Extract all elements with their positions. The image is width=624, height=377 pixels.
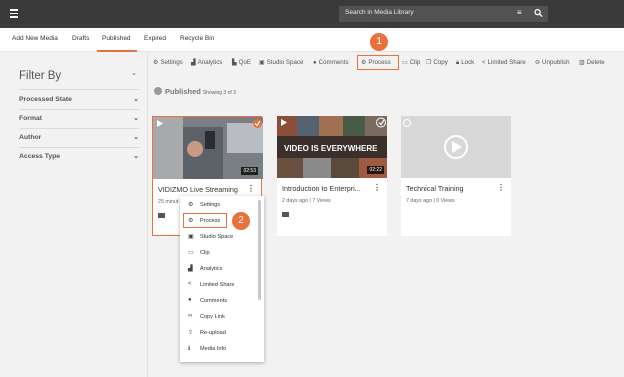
hamburger-menu-icon[interactable]: [10, 9, 18, 18]
menu-item-studio-space[interactable]: ▣ Studio Space: [180, 230, 258, 245]
toolbar-settings[interactable]: ⚙ Settings: [153, 59, 183, 66]
clip-icon: ▭: [188, 250, 194, 256]
studio-icon: ▣: [259, 60, 265, 66]
link-icon: ∞: [188, 313, 193, 319]
tab-bar: Add New Media Drafts Published Expired R…: [0, 28, 624, 52]
tab-published[interactable]: Published: [102, 35, 131, 42]
caption-icon: [158, 213, 165, 218]
divider: [19, 109, 139, 110]
toolbar-copy[interactable]: ❐ Copy: [426, 59, 448, 66]
media-card[interactable]: Technical Training ⋮ 7 days ago | 0 View…: [401, 116, 511, 236]
toolbar-comments[interactable]: ● Comments: [313, 59, 349, 66]
toolbar-qoe[interactable]: ▙ QoE: [232, 59, 251, 66]
toolbar-limited-share[interactable]: < Limited Share: [482, 59, 526, 66]
toolbar-unpublish[interactable]: ⊖ Unpublish: [535, 59, 570, 66]
more-options-icon[interactable]: ⋮: [373, 184, 381, 192]
video-thumbnail[interactable]: [401, 116, 511, 178]
search-box[interactable]: Search in Media Library ≡: [339, 6, 548, 22]
more-options-icon[interactable]: ⋮: [497, 184, 505, 192]
duration-badge: 02:22: [367, 166, 384, 174]
menu-item-clip[interactable]: ▭ Clip: [180, 246, 258, 261]
filter-processed-state[interactable]: Processed State ⌄: [19, 96, 139, 103]
trash-icon: ▥: [579, 60, 585, 66]
gear-icon: ⚙: [188, 202, 194, 208]
chevron-down-icon[interactable]: ⌄: [133, 133, 139, 141]
filter-title: Filter By: [19, 70, 62, 82]
published-heading: Published Showing 3 of 3: [154, 87, 236, 96]
card-title[interactable]: Technical Training: [406, 184, 494, 193]
caption-icon: [282, 212, 289, 217]
duration-badge: 02:53: [241, 167, 258, 175]
filter-icon[interactable]: ≡: [517, 9, 522, 17]
toolbar-lock[interactable]: 🔒︎ Lock: [456, 59, 474, 67]
chevron-down-icon[interactable]: ⌄: [131, 69, 147, 77]
qoe-icon: ▙: [232, 60, 237, 66]
menu-item-limited-share[interactable]: < Limited Share: [180, 278, 258, 293]
divider: [19, 128, 139, 129]
copy-icon: ❐: [426, 60, 432, 66]
comments-icon: ●: [188, 297, 192, 303]
search-input[interactable]: Search in Media Library: [345, 9, 414, 16]
divider: [19, 147, 139, 148]
more-options-icon[interactable]: ⋮: [247, 185, 255, 193]
card-meta: 25 minut: [158, 199, 179, 205]
share-icon: <: [482, 60, 486, 66]
process-menu-highlight-box: [183, 213, 227, 228]
menu-item-re-upload[interactable]: ⇪ Re-upload: [180, 326, 258, 341]
menu-item-analytics[interactable]: ▟ Analytics: [180, 262, 258, 277]
card-title[interactable]: Introduction to Enterpri...: [282, 184, 370, 193]
menu-item-settings[interactable]: ⚙ Settings: [180, 198, 258, 213]
tab-add-new-media[interactable]: Add New Media: [12, 35, 58, 42]
chevron-down-icon[interactable]: ⌄: [133, 95, 139, 103]
toolbar-delete[interactable]: ▥ Delete: [579, 59, 605, 66]
check-circle-icon: [154, 87, 162, 95]
toolbar-clip[interactable]: ▭ Clip: [402, 59, 420, 66]
menu-item-media-info[interactable]: ℹ Media Info: [180, 342, 258, 357]
process-highlight-box: [357, 55, 399, 70]
menu-scrollbar[interactable]: [258, 200, 261, 300]
analytics-icon: ▟: [191, 60, 196, 66]
chevron-down-icon[interactable]: ⌄: [133, 114, 139, 122]
top-bar: Search in Media Library ≡: [0, 0, 624, 28]
tab-expired[interactable]: Expired: [144, 35, 166, 42]
upload-icon: ⇪: [188, 330, 194, 336]
media-card[interactable]: VIDEO IS EVERYWHERE 02:22 Introduction t…: [277, 116, 387, 236]
search-icon[interactable]: [534, 8, 543, 18]
info-icon: ℹ: [188, 346, 191, 352]
unpublish-icon: ⊖: [535, 60, 541, 66]
lock-icon: 🔒︎: [456, 60, 460, 66]
analytics-icon: ▟: [188, 266, 193, 272]
clip-icon: ▭: [402, 60, 408, 66]
comments-icon: ●: [313, 60, 317, 66]
card-title[interactable]: VIDIZMO Live Streaming: [158, 185, 246, 194]
card-meta: 2 days ago | 7 Views: [282, 198, 331, 204]
filter-format[interactable]: Format ⌄: [19, 115, 139, 122]
gear-icon: ⚙: [153, 60, 159, 66]
toolbar-analytics[interactable]: ▟ Analytics: [191, 59, 222, 66]
callout-badge-2: 2: [232, 212, 250, 230]
studio-icon: ▣: [188, 234, 194, 240]
filter-sidebar: Filter By ⌄ Processed State ⌄ Format ⌄ Aut…: [0, 52, 148, 377]
callout-badge-1: 1: [370, 33, 388, 51]
chevron-down-icon[interactable]: ⌄: [133, 152, 139, 160]
tab-recycle-bin[interactable]: Recycle Bin: [180, 35, 214, 42]
divider: [19, 89, 139, 90]
menu-item-comments[interactable]: ● Comments: [180, 294, 258, 309]
menu-item-copy-link[interactable]: ∞ Copy Link: [180, 310, 258, 325]
filter-author[interactable]: Author ⌄: [19, 134, 139, 141]
share-icon: <: [188, 281, 192, 287]
filter-access-type[interactable]: Access Type ⌄: [19, 153, 139, 160]
thumbnail-caption: VIDEO IS EVERYWHERE: [284, 144, 378, 153]
toolbar-studio-space[interactable]: ▣ Studio Space: [259, 59, 303, 66]
card-meta: 7 days ago | 0 Views: [406, 198, 455, 204]
tab-drafts[interactable]: Drafts: [72, 35, 89, 42]
